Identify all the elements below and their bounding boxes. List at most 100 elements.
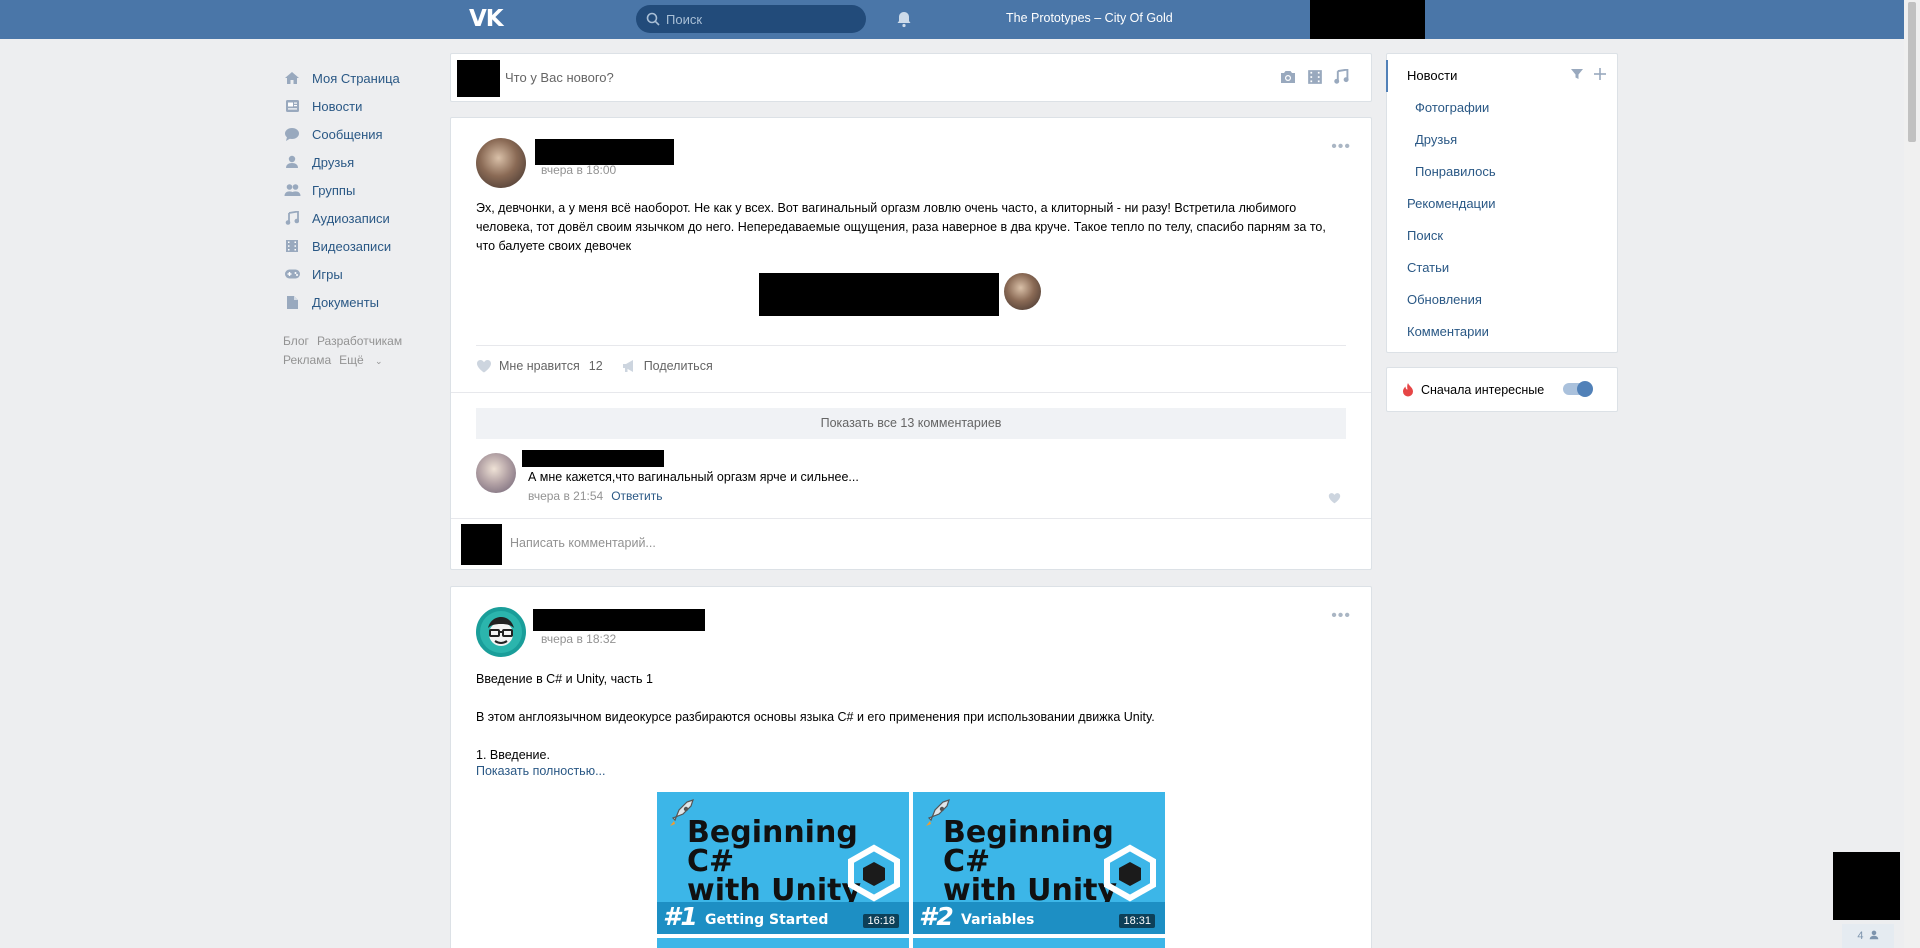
sidebar-item-news[interactable]: Новости bbox=[283, 92, 443, 120]
filter-recommendations[interactable]: Рекомендации bbox=[1407, 196, 1496, 211]
sidebar-item-audio[interactable]: Аудиозаписи bbox=[283, 204, 443, 232]
video-title-line: Beginning C# bbox=[943, 815, 1114, 879]
sidebar-item-games[interactable]: Игры bbox=[283, 260, 443, 288]
redacted-commenter-name[interactable] bbox=[522, 450, 664, 467]
video-thumbnail[interactable]: Beginning C# with Unity #2 Variables 18:3… bbox=[913, 792, 1165, 934]
footer-link-blog[interactable]: Блог bbox=[283, 334, 309, 348]
video-thumbnail[interactable]: Beginning C# with Unity #1 Getting Starte… bbox=[657, 792, 909, 934]
divider bbox=[451, 392, 1371, 393]
video-subtitle: Getting Started bbox=[705, 912, 829, 928]
redacted-profile-menu[interactable] bbox=[1310, 0, 1425, 39]
author-avatar[interactable] bbox=[476, 607, 526, 657]
post-options-icon[interactable]: ••• bbox=[1331, 138, 1351, 156]
author-avatar[interactable] bbox=[476, 138, 526, 188]
comment-text: А мне кажется,что вагинальный оргазм ярч… bbox=[528, 470, 859, 484]
person-icon bbox=[1869, 930, 1878, 940]
filter-friends[interactable]: Друзья bbox=[1415, 132, 1457, 147]
current-track-title[interactable]: The Prototypes – City Of Gold bbox=[1006, 11, 1173, 25]
feed-filter-menu: Новости Фотографии Друзья Понравилось Ре… bbox=[1386, 53, 1618, 353]
redacted-user-avatar bbox=[461, 524, 502, 565]
sidebar-item-label: Видеозаписи bbox=[312, 238, 392, 254]
share-button[interactable]: Поделиться bbox=[621, 359, 713, 373]
sidebar-item-my-page[interactable]: Моя Страница bbox=[283, 64, 443, 92]
switch-knob bbox=[1577, 381, 1593, 397]
comment-input-placeholder[interactable]: Написать комментарий... bbox=[510, 536, 656, 550]
friends-icon bbox=[283, 154, 301, 170]
filter-news[interactable]: Новости bbox=[1407, 68, 1457, 83]
sidebar-footer-links: Блог Разработчикам Реклама Ещё ⌄ bbox=[283, 332, 443, 371]
footer-link-developers[interactable]: Разработчикам bbox=[317, 334, 402, 348]
video-episode-number: #1 bbox=[663, 902, 698, 931]
filter-photos[interactable]: Фотографии bbox=[1415, 100, 1489, 115]
filter-comments[interactable]: Комментарии bbox=[1407, 324, 1489, 339]
search-box[interactable] bbox=[636, 5, 866, 33]
composer-placeholder[interactable]: Что у Вас нового? bbox=[505, 70, 614, 85]
show-full-link[interactable]: Показать полностью... bbox=[476, 764, 606, 778]
notifications-bell-icon[interactable] bbox=[894, 9, 914, 29]
like-count: 12 bbox=[588, 359, 603, 373]
post-text: Эх, девчонки, а у меня всё наоборот. Не … bbox=[476, 201, 1326, 253]
post-actions: Мне нравится 12 Поделиться bbox=[476, 359, 731, 373]
sidebar-item-messages[interactable]: Сообщения bbox=[283, 120, 443, 148]
post-options-icon[interactable]: ••• bbox=[1331, 607, 1351, 625]
post-time[interactable]: вчера в 18:00 bbox=[541, 163, 616, 177]
search-input[interactable] bbox=[666, 11, 856, 27]
post-line-description: В этом англоязычном видеокурсе разбирают… bbox=[476, 710, 1155, 724]
redacted-author-name[interactable] bbox=[533, 609, 705, 631]
page-scrollbar[interactable] bbox=[1904, 0, 1920, 948]
gamepad-icon bbox=[283, 266, 301, 282]
scrollbar-thumb[interactable] bbox=[1908, 2, 1916, 142]
unity-logo-icon bbox=[1104, 844, 1156, 902]
add-icon[interactable] bbox=[1593, 67, 1607, 81]
show-all-comments-button[interactable]: Показать все 13 комментариев bbox=[476, 408, 1346, 439]
video-thumbnail[interactable] bbox=[913, 938, 1165, 948]
sidebar-item-friends[interactable]: Друзья bbox=[283, 148, 443, 176]
music-icon[interactable] bbox=[1333, 69, 1349, 85]
sidebar-item-label: Друзья bbox=[312, 154, 355, 170]
audio-player-controls bbox=[936, 10, 948, 28]
music-icon bbox=[283, 210, 301, 226]
like-button[interactable]: Мне нравится 12 bbox=[476, 359, 603, 373]
redacted-chat-widget[interactable] bbox=[1833, 852, 1900, 920]
camera-icon[interactable] bbox=[1279, 69, 1297, 85]
interesting-first-switch[interactable] bbox=[1563, 381, 1593, 397]
search-icon bbox=[646, 12, 660, 26]
video-icon[interactable] bbox=[1307, 69, 1323, 85]
sidebar-item-label: Новости bbox=[312, 98, 363, 114]
interesting-first-toggle-card: Сначала интересные bbox=[1386, 367, 1618, 412]
write-comment-box[interactable]: Написать комментарий... bbox=[451, 518, 1371, 570]
filter-liked[interactable]: Понравилось bbox=[1415, 164, 1496, 179]
video-thumbnail[interactable] bbox=[657, 938, 909, 948]
filter-icon[interactable] bbox=[1570, 67, 1584, 81]
redacted-user-avatar bbox=[457, 60, 500, 97]
post-composer[interactable]: Что у Вас нового? bbox=[450, 53, 1372, 102]
divider bbox=[476, 345, 1346, 346]
video-subtitle: Variables bbox=[961, 912, 1035, 928]
comment-like-icon[interactable] bbox=[1328, 492, 1341, 504]
redacted-author-name[interactable] bbox=[535, 139, 674, 165]
commenter-avatar[interactable] bbox=[476, 453, 516, 493]
online-friends-counter[interactable]: 4 bbox=[1842, 924, 1894, 948]
attachment-avatar[interactable] bbox=[1004, 273, 1041, 310]
comment-time[interactable]: вчера в 21:54 bbox=[528, 489, 603, 503]
left-sidebar: Моя Страница Новости Сообщения Друзья Гр… bbox=[283, 64, 443, 371]
footer-link-ads[interactable]: Реклама bbox=[283, 353, 331, 367]
post-time[interactable]: вчера в 18:32 bbox=[541, 632, 616, 646]
sidebar-item-groups[interactable]: Группы bbox=[283, 176, 443, 204]
unity-logo-icon bbox=[848, 844, 900, 902]
vk-logo[interactable]: VK bbox=[469, 6, 505, 32]
sidebar-item-documents[interactable]: Документы bbox=[283, 288, 443, 316]
filter-search[interactable]: Поиск bbox=[1407, 228, 1443, 243]
filter-articles[interactable]: Статьи bbox=[1407, 260, 1449, 275]
share-label: Поделиться bbox=[643, 359, 713, 373]
redacted-attachment[interactable] bbox=[759, 273, 999, 316]
reply-link[interactable]: Ответить bbox=[611, 489, 662, 503]
sidebar-item-label: Моя Страница bbox=[312, 70, 400, 86]
document-icon bbox=[283, 294, 301, 310]
feed-post: вчера в 18:32 ••• Введение в C# и Unity,… bbox=[450, 586, 1372, 948]
filter-updates[interactable]: Обновления bbox=[1407, 292, 1482, 307]
video-duration: 16:18 bbox=[863, 914, 899, 928]
sidebar-item-video[interactable]: Видеозаписи bbox=[283, 232, 443, 260]
video-title-line: Beginning C# bbox=[687, 815, 858, 879]
footer-link-more[interactable]: Ещё ⌄ bbox=[339, 353, 390, 367]
